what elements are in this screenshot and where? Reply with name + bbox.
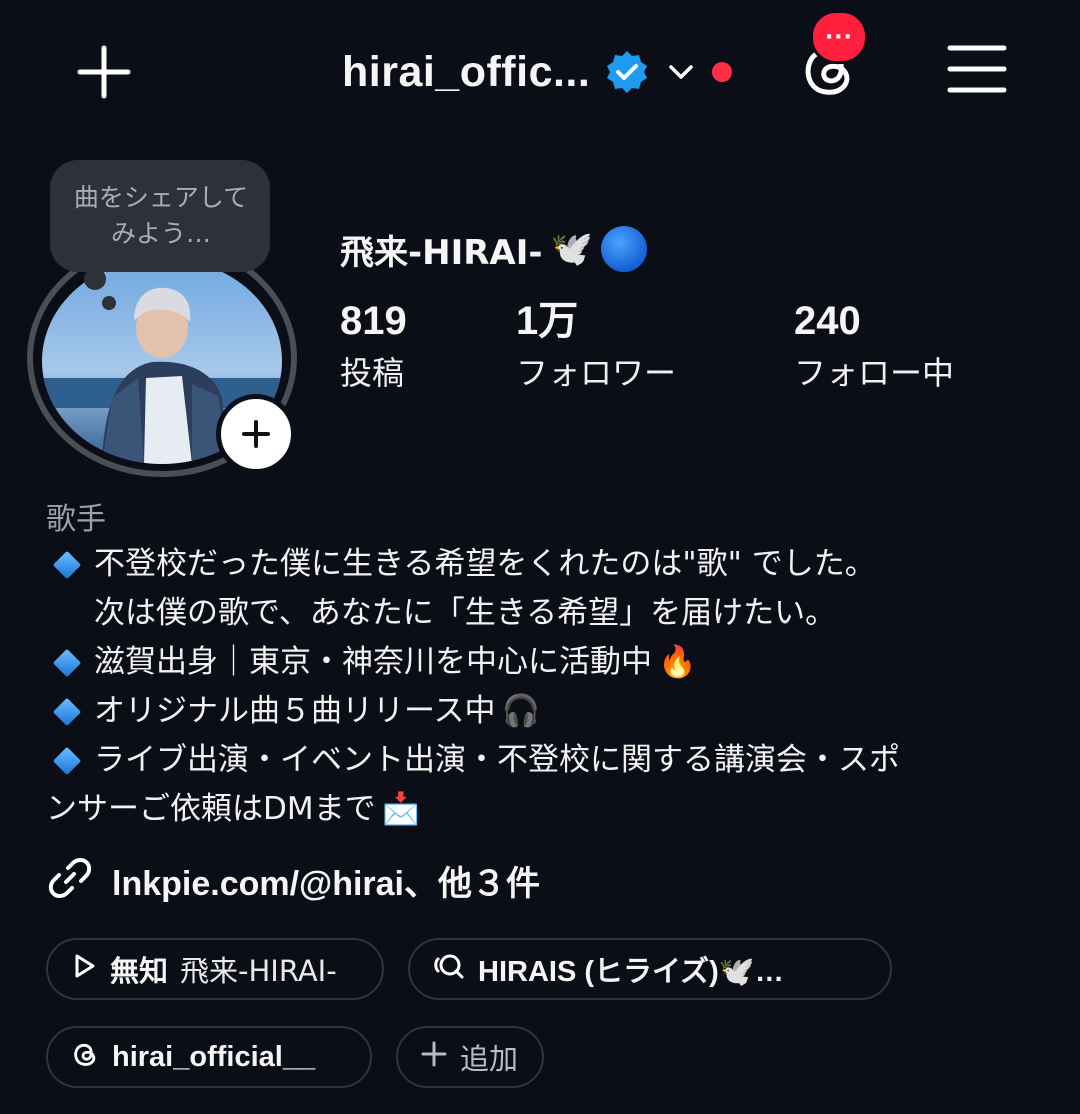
bio-text-6: ンサーご依頼はDMまで: [46, 791, 376, 827]
threads-small-icon: [70, 1039, 100, 1076]
add-pill-label: 追加: [460, 1042, 519, 1076]
verified-badge-icon: [604, 49, 650, 95]
bio-line: 次は僕の歌で、あなたに「生きる希望」を届けたい。: [46, 589, 1046, 638]
link-text: lnkpie.com/@hirai、他３件: [112, 864, 541, 903]
profile-category: 歌手: [46, 502, 106, 537]
stat-following[interactable]: 240 フォロー中: [794, 296, 954, 396]
fire-emoji: 🔥: [658, 644, 697, 680]
notification-badge[interactable]: ···: [810, 10, 868, 64]
notification-badge-text: ···: [824, 24, 854, 50]
stat-following-label: フォロー中: [794, 354, 955, 392]
stat-followers[interactable]: 1万 フォロワー: [516, 296, 676, 396]
blue-diamond-icon: [54, 650, 80, 676]
stat-posts-label: 投稿: [340, 354, 405, 392]
bio-line: 滋賀出身｜東京・神奈川を中心に活動中 🔥: [46, 638, 1046, 687]
bio-text-3: 滋賀出身｜東京・神奈川を中心に活動中: [94, 644, 652, 680]
bio-link[interactable]: lnkpie.com/@hirai、他３件: [46, 852, 540, 908]
bio-text-4: オリジナル曲５曲リリース中: [94, 693, 496, 729]
bio-line: オリジナル曲５曲リリース中 🎧: [46, 687, 1046, 736]
play-icon: [70, 952, 98, 987]
broadcast-channel-icon: [432, 951, 466, 988]
bio: 不登校だった僕に生きる希望をくれたのは"歌" でした。 次は僕の歌で、あなたに「…: [46, 540, 1046, 834]
threads-pill[interactable]: hirai_official__: [46, 1026, 372, 1088]
top-bar: hirai_offic... ···: [0, 0, 1080, 140]
bio-text-2: 次は僕の歌で、あなたに「生きる希望」を届けたい。: [94, 595, 837, 631]
stat-followers-label: フォロワー: [516, 354, 677, 392]
link-icon: [46, 854, 94, 906]
note-bubble-tail: [84, 268, 106, 290]
bio-line: ンサーご依頼はDMまで 📩: [46, 785, 1046, 834]
envelope-emoji: 📩: [381, 791, 421, 827]
blue-diamond-icon: [54, 748, 80, 774]
add-story-button[interactable]: [216, 394, 296, 474]
bio-text-5: ライブ出演・イベント出演・不登校に関する講演会・スポ: [94, 742, 900, 778]
music-title: 無知: [110, 956, 169, 988]
bio-line: 不登校だった僕に生きる希望をくれたのは"歌" でした。: [46, 540, 1046, 589]
username: hirai_offic...: [342, 47, 591, 96]
stat-followers-value: 1万: [516, 299, 579, 343]
music-pill[interactable]: 無知 飛来-HIRAI-: [46, 938, 384, 1000]
account-switcher[interactable]: hirai_offic...: [342, 44, 733, 100]
headphones-emoji: 🎧: [501, 693, 541, 729]
stat-following-value: 240: [794, 299, 861, 343]
threads-handle: hirai_official__: [112, 1040, 316, 1073]
blue-diamond-icon: [54, 552, 80, 578]
stat-posts[interactable]: 819 投稿: [340, 296, 407, 396]
note-bubble-tail-small: [102, 296, 116, 310]
chevron-down-icon[interactable]: [664, 55, 698, 89]
plus-icon: [420, 1040, 448, 1075]
blue-circle-emoji: [600, 226, 647, 272]
blue-diamond-icon: [54, 699, 80, 725]
display-name-row: 飛来-HIRAI- 🕊️: [340, 222, 647, 276]
display-name: 飛来-HIRAI-: [340, 232, 543, 273]
broadcast-channel-pill[interactable]: HIRAIS (ヒライズ)🕊️…: [408, 938, 892, 1000]
add-pill-button[interactable]: 追加: [396, 1026, 544, 1088]
create-plus-icon[interactable]: [72, 40, 136, 104]
hamburger-menu-icon[interactable]: [946, 42, 1008, 96]
broadcast-channel-name: HIRAIS (ヒライズ)🕊️…: [478, 956, 784, 988]
bio-line: ライブ出演・イベント出演・不登校に関する講演会・スポ: [46, 736, 1046, 785]
bio-text-1: 不登校だった僕に生きる希望をくれたのは"歌" でした。: [94, 546, 876, 582]
music-artist: 飛来-HIRAI-: [180, 954, 337, 988]
unread-dot: [712, 62, 733, 82]
stat-posts-value: 819: [340, 299, 407, 343]
note-text: 曲をシェアしてみよう…: [73, 183, 249, 248]
dove-emoji: 🕊️: [550, 229, 593, 269]
